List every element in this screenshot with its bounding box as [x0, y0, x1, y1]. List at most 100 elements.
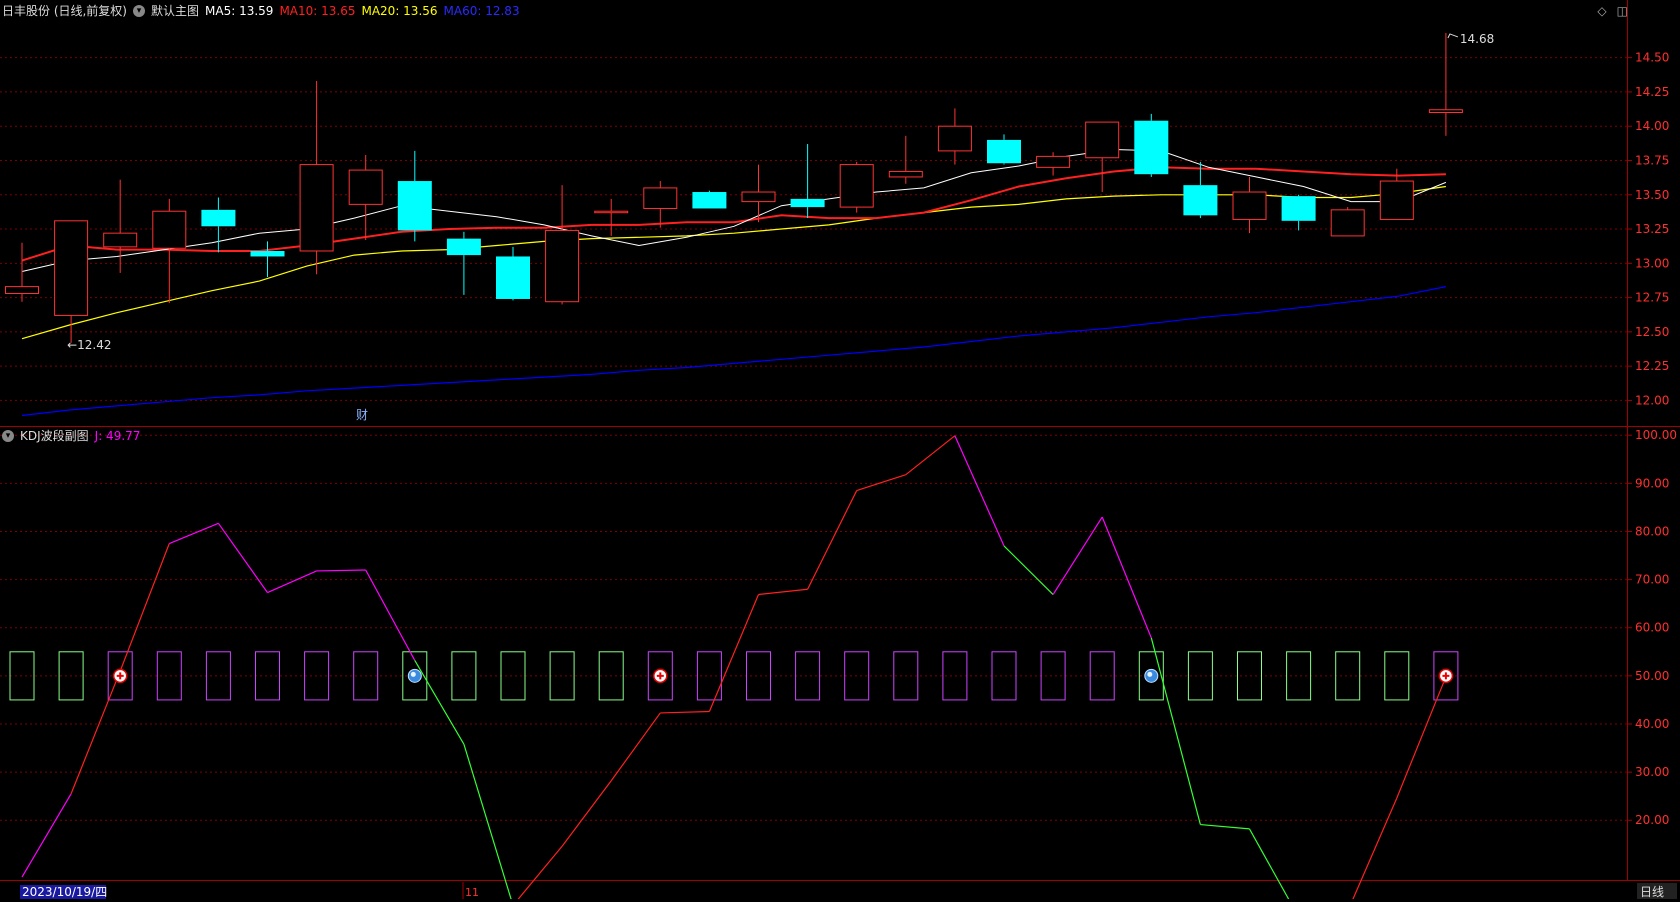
candle	[692, 190, 727, 209]
sell-signal-icon	[407, 668, 422, 683]
kdj-tick-label: 60.00	[1635, 621, 1669, 635]
j-line-segment	[316, 569, 366, 572]
candle	[741, 164, 776, 223]
candle-body	[643, 187, 678, 209]
candle-body	[250, 250, 285, 257]
candle	[201, 197, 236, 253]
window-toggle-icon[interactable]: ◫	[1617, 4, 1628, 18]
kdj-tick-label: 50.00	[1635, 669, 1669, 683]
chart-canvas[interactable]: 14.50 14.25 14.00 13.75 13.50 13.25 13.00 12.75…	[0, 0, 1680, 902]
candle-body	[1330, 209, 1365, 237]
month-label: 11	[465, 886, 479, 899]
diamond-icon[interactable]: ◇	[1597, 4, 1606, 18]
stock-title[interactable]: 日丰股份 (日线,前复权)	[2, 2, 127, 20]
candle-body	[397, 181, 432, 231]
candle	[1281, 194, 1316, 231]
j-line-segment	[660, 710, 710, 714]
candle-body	[1183, 185, 1218, 216]
dropdown-icon[interactable]: ▾	[2, 430, 14, 442]
ma20-label: MA20: 13.56	[361, 4, 438, 18]
annotation-arrow	[1447, 33, 1459, 39]
kdj-tick-label: 70.00	[1635, 573, 1669, 587]
candle	[1232, 176, 1267, 234]
kdj-tick-label: 30.00	[1635, 765, 1669, 779]
ma10-label: MA10: 13.65	[279, 4, 356, 18]
j-line-segment	[1150, 637, 1201, 825]
date-cursor-label: 2023/10/19/四	[22, 885, 107, 899]
sub-chart-header: ▾ KDJ波段副图 J: 49.77	[2, 427, 140, 445]
price-tick-label: 13.50	[1635, 188, 1669, 202]
candle	[937, 108, 972, 165]
ma10-line	[21, 166, 1446, 262]
price-tick-label: 13.25	[1635, 222, 1669, 236]
candle	[987, 134, 1021, 165]
candle-body	[54, 220, 89, 316]
dropdown-icon[interactable]: ▾	[133, 5, 145, 17]
candle-body	[5, 286, 39, 294]
period-label: 日线	[1640, 885, 1664, 899]
j-line-segment	[1396, 676, 1447, 799]
candle-body	[1232, 191, 1267, 220]
candle	[1428, 32, 1463, 136]
j-line-segment	[70, 670, 121, 794]
candle	[54, 220, 89, 343]
candle	[545, 185, 580, 305]
candle-body	[1428, 109, 1463, 113]
j-line-segment	[1351, 797, 1398, 902]
buy-signal-icon	[653, 668, 668, 684]
candle	[839, 161, 874, 213]
j-line-segment	[21, 793, 72, 878]
j-line-segment	[856, 474, 906, 492]
candle	[643, 181, 678, 228]
ma5-label: MA5: 13.59	[205, 4, 274, 18]
candle-body	[299, 164, 334, 252]
candle-body	[348, 169, 383, 205]
kdj-tick-label: 40.00	[1635, 717, 1669, 731]
j-line-segment	[905, 435, 956, 476]
j-line-segment	[365, 569, 416, 661]
template-name[interactable]: 默认主图	[151, 2, 199, 20]
j-line-segment	[758, 588, 808, 596]
candle-body	[152, 210, 187, 249]
buy-signal-icon	[1438, 668, 1454, 684]
price-tick-label: 14.25	[1635, 85, 1669, 99]
price-tick-label: 12.00	[1635, 393, 1669, 407]
candle-body	[103, 232, 138, 248]
candle-body	[1281, 196, 1316, 221]
candle	[5, 242, 39, 302]
j-line-segment	[217, 522, 268, 593]
j-line-segment	[414, 660, 465, 745]
j-line-segment	[610, 712, 661, 782]
j-line-segment	[267, 570, 317, 594]
j-line-segment	[1200, 823, 1250, 830]
price-tick-label: 12.25	[1635, 359, 1669, 373]
price-tick-label: 12.75	[1635, 291, 1669, 305]
candle	[888, 135, 923, 184]
candle	[594, 198, 629, 236]
ma60-label: MA60: 12.83	[443, 4, 520, 18]
j-line-segment	[954, 435, 1005, 547]
candle-body	[496, 256, 530, 299]
chart-window[interactable]: 14.50 14.25 14.00 13.75 13.50 13.25 13.00 12.75…	[0, 0, 1680, 902]
candle	[348, 155, 383, 241]
finance-marker: 财	[356, 408, 368, 422]
kdj-tick-label: 90.00	[1635, 476, 1669, 490]
candle-body	[1036, 155, 1071, 168]
candle	[103, 179, 138, 273]
price-tick-label: 13.75	[1635, 153, 1669, 167]
candle	[1085, 121, 1120, 193]
sub-title[interactable]: KDJ波段副图	[20, 427, 89, 445]
j-line-segment	[1248, 828, 1291, 902]
candle	[790, 144, 825, 219]
candle	[1379, 168, 1414, 220]
j-line-segment	[708, 594, 760, 712]
candle-body	[446, 238, 481, 256]
candle-body	[1379, 180, 1414, 220]
ma20-line	[21, 185, 1446, 340]
candle	[1036, 152, 1071, 176]
j-line-segment	[1101, 516, 1152, 639]
candle	[1134, 113, 1169, 177]
j-line-segment	[515, 845, 563, 902]
candle-body	[201, 209, 236, 227]
candle-body	[594, 210, 629, 214]
